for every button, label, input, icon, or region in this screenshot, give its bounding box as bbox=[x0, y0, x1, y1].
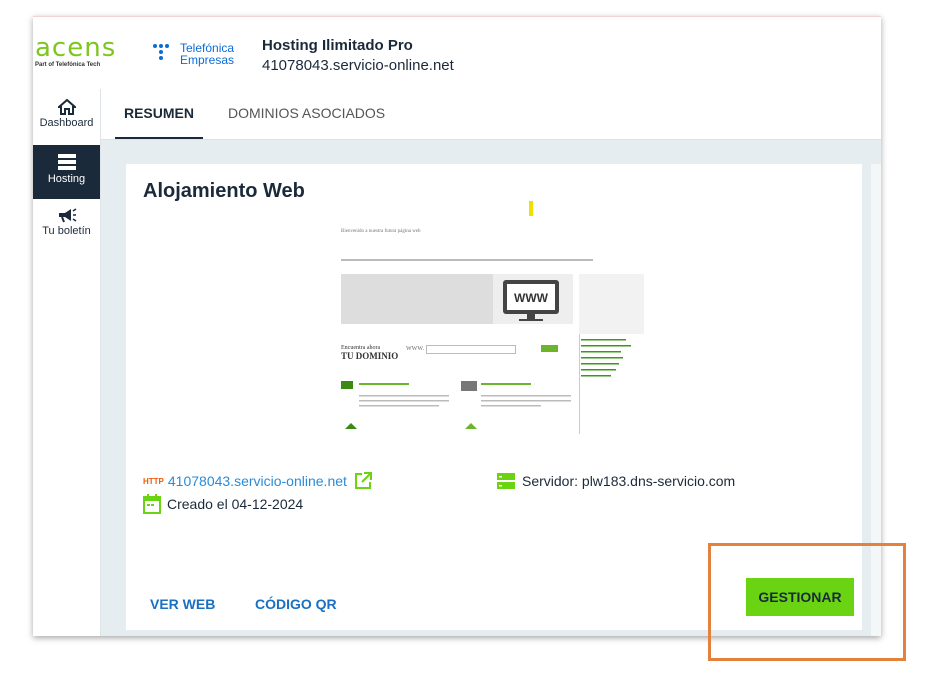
tab-bar: RESUMEN DOMINIOS ASOCIADOS bbox=[101, 89, 881, 140]
sidebar-item-label: Hosting bbox=[47, 173, 86, 185]
preview-divider bbox=[341, 259, 593, 261]
server-icon bbox=[57, 154, 76, 170]
tab-resumen[interactable]: RESUMEN bbox=[115, 89, 203, 139]
sidebar-item-dashboard[interactable]: Dashboard bbox=[33, 99, 100, 145]
megaphone-icon bbox=[58, 208, 76, 223]
external-link-icon[interactable] bbox=[353, 471, 373, 491]
domain-row: HTTP 41078043.servicio-online.net bbox=[143, 471, 373, 491]
preview-banner bbox=[341, 274, 493, 324]
codigo-qr-button[interactable]: CÓDIGO QR bbox=[255, 596, 337, 612]
preview-www-monitor: WWW bbox=[493, 274, 573, 324]
sidebar-item-label: Dashboard bbox=[39, 117, 94, 129]
tab-dominios-asociados[interactable]: DOMINIOS ASOCIADOS bbox=[228, 89, 385, 137]
telefonica-dots-icon bbox=[153, 42, 175, 66]
preview-side-box bbox=[579, 274, 644, 334]
highlight-annotation bbox=[708, 543, 906, 661]
preview-domain-input bbox=[426, 345, 516, 354]
monitor-www-icon: WWW bbox=[503, 280, 559, 321]
preview-www-prefix: WWW. bbox=[406, 346, 424, 352]
acens-logo-text: acens bbox=[35, 33, 117, 63]
created-row: Creado el 04-12-2024 bbox=[143, 494, 303, 514]
created-date: Creado el 04-12-2024 bbox=[167, 496, 304, 512]
svg-text:WWW: WWW bbox=[514, 291, 549, 305]
preview-search-button bbox=[541, 345, 558, 352]
server-row: Servidor: plw183.dns-servicio.com bbox=[496, 471, 735, 491]
server-icon bbox=[497, 473, 515, 489]
preview-features-section bbox=[341, 379, 593, 434]
sidebar-item-newsletter[interactable]: Tu boletín bbox=[33, 207, 100, 253]
acens-logo[interactable]: acens Part of Telefónica Tech bbox=[35, 35, 116, 68]
sidebar-item-hosting[interactable]: Hosting bbox=[33, 145, 100, 199]
http-icon: HTTP bbox=[143, 476, 164, 486]
telefonica-logo: Telefónica Empresas bbox=[153, 42, 234, 66]
telefonica-line2: Empresas bbox=[180, 53, 235, 67]
home-icon bbox=[57, 99, 76, 115]
product-title: Hosting Ilimitado Pro bbox=[262, 37, 413, 54]
product-domain: 41078043.servicio-online.net bbox=[262, 57, 454, 74]
preview-search-label: Encuentra ahora TU DOMINIO bbox=[341, 345, 399, 361]
calendar-icon bbox=[143, 494, 161, 514]
text-cursor-marker bbox=[529, 201, 533, 216]
preview-welcome-text: Bienvenido a nuestra futura página web bbox=[341, 229, 421, 234]
ver-web-button[interactable]: VER WEB bbox=[150, 596, 215, 612]
domain-link[interactable]: 41078043.servicio-online.net bbox=[168, 473, 347, 489]
sidebar: Dashboard Hosting Tu boletín bbox=[33, 89, 101, 636]
sidebar-item-label: Tu boletín bbox=[42, 225, 91, 237]
website-preview-thumbnail[interactable]: Bienvenido a nuestra futura página web W… bbox=[331, 219, 661, 447]
server-name: Servidor: plw183.dns-servicio.com bbox=[522, 473, 736, 489]
card-title: Alojamiento Web bbox=[143, 180, 305, 202]
header-title-block: Hosting Ilimitado Pro 41078043.servicio-… bbox=[262, 37, 454, 74]
preview-link-list bbox=[581, 339, 631, 377]
preview-features-graphic bbox=[341, 381, 571, 429]
top-bar: acens Part of Telefónica Tech Telefónica… bbox=[33, 16, 881, 90]
